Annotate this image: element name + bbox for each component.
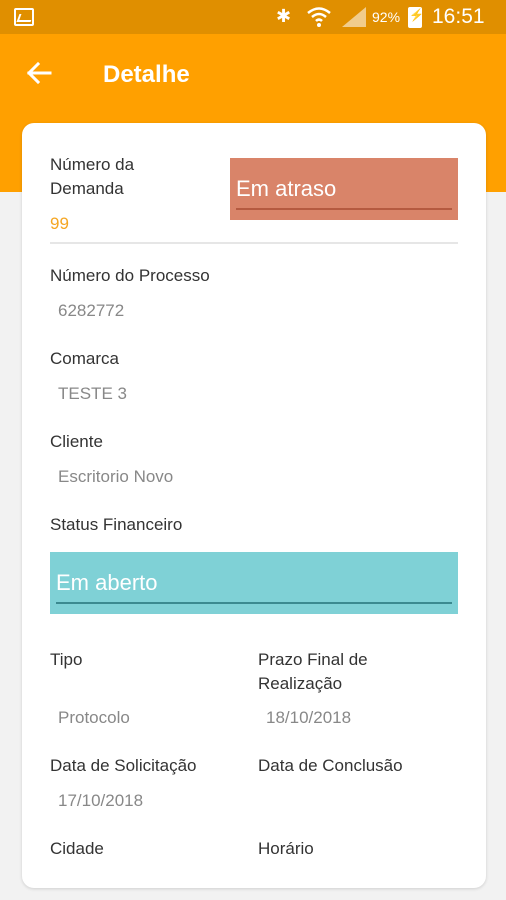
deadline-label: Prazo Final de Realização: [258, 650, 368, 693]
divider: [50, 242, 458, 244]
type-value: Protocolo: [58, 708, 130, 727]
comarca-value: TESTE 3: [58, 384, 127, 403]
back-arrow-icon[interactable]: [24, 58, 54, 88]
client-value: Escritorio Novo: [58, 467, 174, 486]
demand-number-value: 99: [50, 214, 69, 233]
completion-date-label: Data de Conclusão: [258, 756, 403, 775]
city-label: Cidade: [50, 839, 104, 858]
gallery-notification-icon: [14, 8, 34, 26]
detail-card: Número da Demanda 99 Em atraso Número do…: [22, 123, 486, 888]
wifi-icon: [307, 7, 331, 27]
deadline-value: 18/10/2018: [266, 708, 352, 727]
request-date-value: 17/10/2018: [58, 791, 144, 810]
type-label: Tipo: [50, 650, 83, 669]
battery-charging-icon: [408, 7, 424, 28]
demand-number-label: Número da Demanda: [50, 155, 135, 198]
demand-status-value: Em atraso: [236, 176, 337, 201]
page-title: Detalhe: [103, 61, 190, 88]
demand-status-underline: [236, 208, 452, 210]
comarca-label: Comarca: [50, 349, 119, 368]
request-date-label: Data de Solicitação: [50, 756, 197, 775]
process-number-value: 6282772: [58, 301, 125, 320]
status-bar: ✱ 92% 16:51: [0, 0, 506, 34]
bluetooth-icon: ✱: [276, 6, 292, 26]
signal-icon: [342, 7, 366, 27]
client-label: Cliente: [50, 432, 103, 451]
clock: 16:51: [432, 5, 485, 28]
battery-percent: 92%: [372, 9, 401, 25]
financial-status-field[interactable]: Em aberto: [50, 552, 458, 614]
process-number-label: Número do Processo: [50, 266, 210, 285]
time-label: Horário: [258, 839, 314, 858]
demand-status-field[interactable]: Em atraso: [230, 158, 458, 220]
financial-status-label: Status Financeiro: [50, 515, 183, 534]
financial-status-underline: [56, 602, 452, 604]
financial-status-value: Em aberto: [56, 570, 158, 595]
